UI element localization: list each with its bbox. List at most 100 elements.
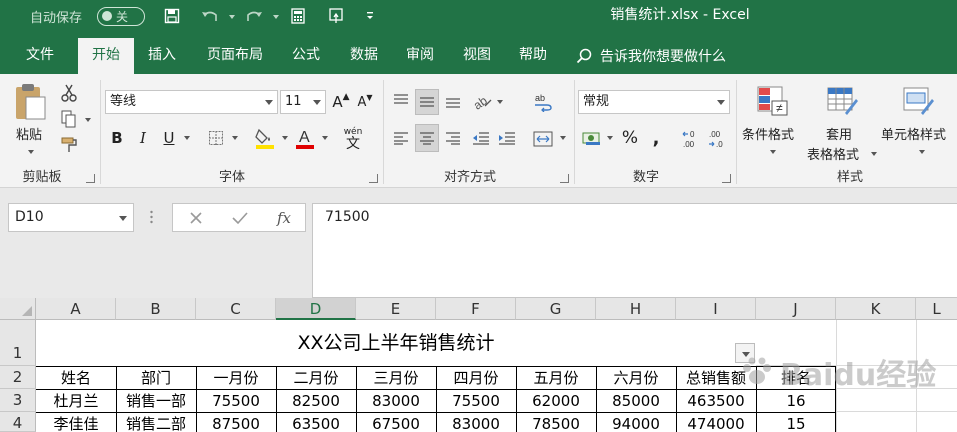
increase-indent-icon[interactable]	[496, 126, 518, 150]
top-align-icon[interactable]	[390, 89, 412, 113]
autosave-toggle[interactable]: 关	[97, 0, 145, 32]
row-header-2[interactable]: 2	[0, 366, 36, 389]
borders-icon[interactable]	[204, 126, 228, 150]
table-cell[interactable]: 75500	[436, 390, 516, 412]
header-cell-mar[interactable]: 三月份	[356, 367, 436, 389]
undo-dropdown-icon[interactable]	[221, 6, 243, 26]
table-cell[interactable]: 62000	[516, 390, 596, 412]
font-size-combo[interactable]: 11	[280, 90, 326, 114]
table-cell[interactable]: 82500	[276, 390, 356, 412]
table-cell[interactable]: 杜月兰	[36, 390, 116, 412]
tab-help[interactable]: 帮助	[507, 38, 559, 74]
format-as-table-dropdown-icon[interactable]	[871, 152, 877, 156]
conditional-formatting-label[interactable]: 条件格式	[742, 124, 794, 143]
cut-icon[interactable]	[58, 82, 80, 104]
column-header-j[interactable]: J	[756, 298, 836, 320]
tab-insert[interactable]: 插入	[138, 38, 186, 74]
decrease-decimal-icon[interactable]: .00.0	[706, 126, 730, 152]
column-header-i[interactable]: I	[676, 298, 756, 320]
tab-page-layout[interactable]: 页面布局	[196, 38, 274, 74]
column-header-h[interactable]: H	[596, 298, 676, 320]
comma-style-button[interactable]: ,	[646, 126, 666, 150]
select-all-button[interactable]	[0, 298, 36, 320]
borders-dropdown-icon[interactable]	[232, 136, 238, 140]
underline-dropdown-icon[interactable]	[184, 136, 190, 140]
confirm-entry-icon[interactable]	[219, 204, 261, 231]
fill-color-dropdown-icon[interactable]	[282, 136, 288, 140]
save-icon[interactable]	[161, 6, 183, 26]
row-header-4[interactable]: 4	[0, 412, 36, 432]
touch-mode-icon[interactable]	[325, 6, 347, 26]
underline-button[interactable]: U	[158, 126, 180, 150]
italic-button[interactable]: I	[132, 126, 154, 150]
table-cell[interactable]: 87500	[196, 413, 276, 432]
table-cell[interactable]: 李佳佳	[36, 413, 116, 432]
paste-dropdown-icon[interactable]	[28, 150, 34, 154]
column-header-b[interactable]: B	[116, 298, 196, 320]
tell-me-box[interactable]: 告诉我你想要做什么	[576, 38, 726, 74]
formula-bar-grip[interactable]	[150, 210, 153, 224]
header-cell-name[interactable]: 姓名	[36, 367, 116, 389]
paste-label[interactable]: 粘贴	[16, 124, 42, 143]
clipboard-launcher-icon[interactable]	[86, 174, 95, 183]
middle-align-icon[interactable]	[415, 89, 439, 115]
formula-input[interactable]: 71500	[312, 203, 957, 298]
table-cell[interactable]: 75500	[196, 390, 276, 412]
table-cell[interactable]: 销售二部	[116, 413, 196, 432]
header-cell-jan[interactable]: 一月份	[196, 367, 276, 389]
bottom-align-icon[interactable]	[442, 89, 464, 113]
header-cell-dept[interactable]: 部门	[116, 367, 196, 389]
redo-dropdown-icon[interactable]	[265, 6, 287, 26]
cancel-entry-icon[interactable]	[175, 204, 217, 231]
align-left-icon[interactable]	[390, 126, 412, 150]
column-header-e[interactable]: E	[356, 298, 436, 320]
copy-dropdown-icon[interactable]	[85, 118, 91, 122]
bold-button[interactable]: B	[106, 126, 128, 150]
column-header-g[interactable]: G	[516, 298, 596, 320]
phonetic-guide-icon[interactable]: wén 文	[340, 126, 366, 152]
column-header-k[interactable]: K	[836, 298, 916, 320]
format-as-table-icon[interactable]	[822, 84, 862, 118]
column-header-a[interactable]: A	[36, 298, 116, 320]
font-launcher-icon[interactable]	[369, 174, 378, 183]
conditional-formatting-icon[interactable]: ≠	[752, 84, 792, 118]
sheet-title-cell[interactable]: XX公司上半年销售统计	[36, 320, 756, 366]
format-as-table-label-2[interactable]: 表格格式	[807, 144, 859, 163]
decrease-font-size-icon[interactable]: A ▼	[354, 90, 376, 114]
align-center-icon[interactable]	[415, 124, 439, 152]
tab-data[interactable]: 数据	[338, 38, 390, 74]
tab-file[interactable]: 文件	[14, 38, 66, 74]
wrap-text-icon[interactable]: ab	[530, 89, 556, 115]
table-cell[interactable]: 销售一部	[116, 390, 196, 412]
font-color-dropdown-icon[interactable]	[322, 136, 328, 140]
conditional-formatting-dropdown-icon[interactable]	[770, 150, 776, 154]
format-painter-icon[interactable]	[58, 134, 80, 156]
table-cell[interactable]: 67500	[356, 413, 436, 432]
undo-icon[interactable]	[199, 6, 221, 26]
accounting-dropdown-icon[interactable]	[607, 136, 613, 140]
increase-decimal-icon[interactable]: 0.00	[680, 126, 704, 152]
number-launcher-icon[interactable]	[722, 174, 731, 183]
cell-styles-icon[interactable]	[898, 84, 938, 118]
name-box[interactable]: D10	[8, 203, 134, 232]
tab-review[interactable]: 审阅	[394, 38, 446, 74]
merge-dropdown-icon[interactable]	[560, 136, 566, 140]
customize-quick-access-icon[interactable]	[359, 6, 381, 26]
table-cell[interactable]: 83000	[436, 413, 516, 432]
orientation-icon[interactable]: ab	[470, 89, 494, 113]
table-cell[interactable]: 63500	[276, 413, 356, 432]
table-cell[interactable]: 474000	[676, 413, 756, 432]
cell-styles-label[interactable]: 单元格样式	[881, 124, 946, 143]
redo-icon[interactable]	[243, 6, 265, 26]
font-name-combo[interactable]: 等线	[105, 90, 278, 114]
row-header-1[interactable]: 1	[0, 320, 36, 366]
tab-home[interactable]: 开始	[78, 38, 134, 74]
paste-icon[interactable]	[12, 82, 48, 124]
fill-color-icon[interactable]	[252, 124, 278, 152]
column-header-d[interactable]: D	[276, 298, 356, 320]
table-cell[interactable]: 15	[756, 413, 836, 432]
align-right-icon[interactable]	[442, 126, 464, 150]
header-cell-feb[interactable]: 二月份	[276, 367, 356, 389]
table-cell[interactable]: 85000	[596, 390, 676, 412]
decrease-indent-icon[interactable]	[470, 126, 492, 150]
